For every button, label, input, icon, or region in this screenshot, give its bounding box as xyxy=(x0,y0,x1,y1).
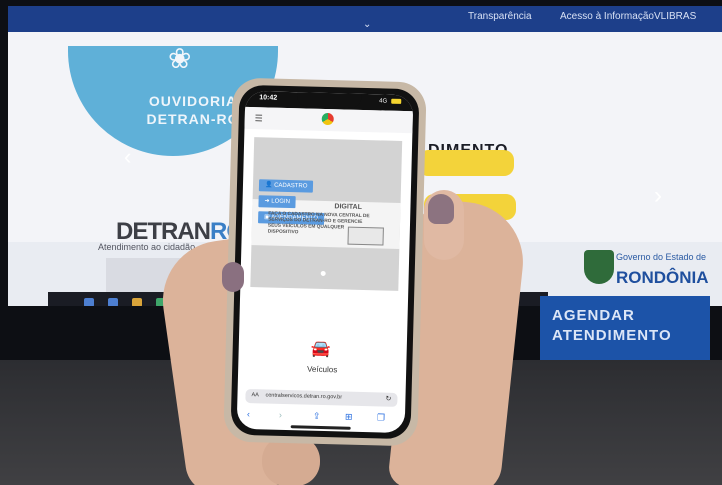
hamburger-icon[interactable]: ☰ xyxy=(255,113,263,124)
state-coat-of-arms-icon xyxy=(584,250,614,284)
bookmarks-icon[interactable]: ⊞ xyxy=(345,412,353,423)
status-time: 10:42 xyxy=(259,94,278,102)
cadastro-button[interactable]: 👤 CADASTRO xyxy=(258,179,314,193)
tabs-icon[interactable]: ❐ xyxy=(377,412,385,423)
forward-icon[interactable]: › xyxy=(279,410,282,420)
car-icon[interactable]: 🚘 xyxy=(310,339,330,360)
site-navbar: ☰ xyxy=(244,106,413,134)
phone-notch xyxy=(297,92,362,108)
carousel-next-icon[interactable]: › xyxy=(654,182,662,210)
info-pill xyxy=(418,150,514,176)
veiculos-label[interactable]: Veículos xyxy=(238,363,406,376)
browser-url-bar[interactable]: AA centralservicos.detran.ro.gov.br ↻ xyxy=(245,388,398,407)
taskbar-app-icon[interactable] xyxy=(84,298,94,306)
phone-bezel: 10:42 4G ☰ 👤 CADASTRO ➜ LOGIN ▣ AGENDAME… xyxy=(230,84,420,440)
phone-screen: 10:42 4G ☰ 👤 CADASTRO ➜ LOGIN ▣ AGENDAME… xyxy=(236,90,414,434)
home-indicator xyxy=(290,425,351,430)
detran-logo-icon[interactable] xyxy=(321,112,334,126)
state-name: RONDÔNIA xyxy=(616,268,709,287)
taskbar-app-icon[interactable] xyxy=(132,298,142,306)
topbar-link-vlibras[interactable]: VLIBRAS xyxy=(654,11,696,22)
slide-heading-fragment: DIGITAL xyxy=(334,203,363,211)
login-button[interactable]: ➜ LOGIN xyxy=(258,195,297,209)
left-thumb-nail xyxy=(222,262,244,292)
gov-label: Governo do Estado de xyxy=(616,252,707,262)
reload-icon[interactable]: ↻ xyxy=(385,395,391,403)
monitor-topbar: Transparência Acesso à Informação VLIBRA… xyxy=(8,6,722,32)
devices-illustration-icon xyxy=(347,226,384,246)
photo-scene: Transparência Acesso à Informação VLIBRA… xyxy=(0,0,722,485)
topbar-link-transparencia[interactable]: Transparência xyxy=(468,11,532,22)
atendimento-label: Atendimento ao cidadão xyxy=(98,242,196,252)
share-icon[interactable]: ⇪ xyxy=(313,411,321,422)
battery-icon xyxy=(391,98,402,104)
carousel-prev-icon[interactable]: ‹ xyxy=(124,144,131,170)
topbar-link-acesso[interactable]: Acesso à Informação xyxy=(560,11,654,22)
taskbar-app-icon[interactable] xyxy=(108,298,118,306)
chevron-down-icon: ⌄ xyxy=(363,19,372,30)
back-icon[interactable]: ‹ xyxy=(247,409,250,419)
smartphone: 10:42 4G ☰ 👤 CADASTRO ➜ LOGIN ▣ AGENDAME… xyxy=(223,77,427,447)
ouvidoria-logo-icon: ❀ xyxy=(168,43,192,74)
url-text[interactable]: centralservicos.detran.ro.gov.br xyxy=(265,392,342,400)
thumb-nail xyxy=(428,194,454,224)
text-size-button[interactable]: AA xyxy=(251,392,258,398)
network-label: 4G xyxy=(379,98,388,105)
agendar-text: AGENDAR ATENDIMENTO xyxy=(552,307,672,344)
